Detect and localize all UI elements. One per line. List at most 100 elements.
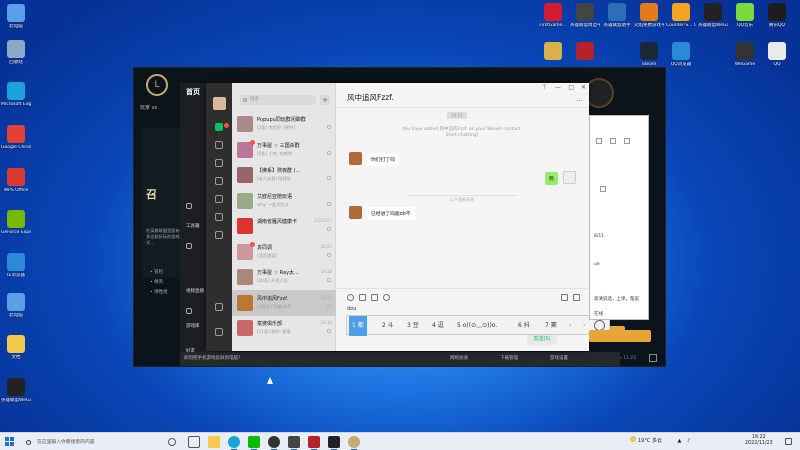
scissors-icon[interactable] <box>371 294 378 301</box>
ime-candidate[interactable]: 4 逗 <box>429 316 447 336</box>
chat-list-item[interactable]: 风中追风Fzzf. 已经进了吗能ob不 16:20 <box>232 289 336 316</box>
tip-text[interactable]: 如何把手机游戏投屏到电脑? <box>184 352 240 366</box>
checkbox-icon[interactable] <box>596 138 602 144</box>
ime-candidate[interactable]: 1 都 <box>349 316 367 336</box>
checkbox-icon[interactable] <box>610 138 616 144</box>
chat-list-item[interactable]: 【佛系】熬夜群 (... [有人@我] 陪我玩 <box>232 162 336 188</box>
video-icon[interactable] <box>186 243 192 249</box>
desktop-icon[interactable]: Google Chrome <box>1 125 31 150</box>
chat-list-item[interactable]: 湖南省雁风健康卡 21/10/27 <box>232 213 336 239</box>
weather-text[interactable]: 19°C 多云 <box>638 438 662 444</box>
desktop-icon[interactable]: 此电脑 <box>1 293 31 318</box>
edge-icon[interactable] <box>228 436 240 450</box>
checkbox-icon[interactable] <box>600 186 606 192</box>
favorites-icon[interactable] <box>215 159 223 167</box>
desktop-icon[interactable]: QQ <box>762 42 792 67</box>
desktop-icon[interactable]: 英雄联盟WeGame版 <box>1 378 31 403</box>
chat-history-icon[interactable] <box>383 294 390 301</box>
app-icon[interactable] <box>288 436 300 450</box>
desktop-icon[interactable]: 英雄联盟周边平台 <box>570 3 600 28</box>
desktop-icon[interactable]: QQ浏览器 <box>666 42 696 67</box>
chat-list-item[interactable]: 艾欧尼亚陪玩语 why: 一起大乱斗 <box>232 188 336 214</box>
taskbar-clock[interactable]: 16:22 2022/11/23 <box>745 435 773 447</box>
checkbox-icon[interactable] <box>624 138 630 144</box>
chat-icon[interactable] <box>215 123 223 131</box>
folder-icon[interactable] <box>359 294 366 301</box>
lol-mode-tab[interactable]: 玩家 vs <box>140 104 157 111</box>
status-text[interactable]: 网络加速 <box>450 352 468 366</box>
menu-icon[interactable] <box>215 328 223 336</box>
voice-call-icon[interactable] <box>561 294 568 301</box>
ime-candidate[interactable]: 6 抖 <box>515 316 533 336</box>
desktop-icon[interactable]: 文档 <box>1 335 31 360</box>
qq-side-label[interactable]: 视频直播 <box>186 288 204 294</box>
lol-icon[interactable] <box>328 436 340 450</box>
weather-icon[interactable] <box>630 436 636 442</box>
chat-list-item[interactable]: 万事屋 ☆ Ray太... [20条] 开发人员 16:18 <box>232 264 336 290</box>
avatar[interactable] <box>563 171 576 184</box>
emoji-icon[interactable] <box>347 294 354 301</box>
desktop-icon[interactable]: Microsoft Edge <box>1 82 31 107</box>
lol-option[interactable]: • 弹性组 <box>150 288 168 298</box>
moments-icon[interactable] <box>215 195 223 203</box>
desktop-icon[interactable]: IE浏览器 <box>1 253 31 278</box>
desktop-icon[interactable]: 英雄联盟WeGame版 <box>698 3 728 28</box>
wegame-icon[interactable] <box>348 436 360 450</box>
lol-accept-bar[interactable] <box>589 330 651 342</box>
desktop-icon[interactable]: Steam <box>634 42 664 67</box>
cortana-icon[interactable] <box>168 438 176 446</box>
avatar[interactable] <box>349 152 362 165</box>
add-button[interactable]: + <box>320 95 330 105</box>
notification-icon[interactable] <box>785 438 792 445</box>
avatar[interactable] <box>349 206 362 219</box>
desktop-icon[interactable] <box>538 42 568 62</box>
pin-icon[interactable]: ⊤ <box>542 84 547 91</box>
network-icon[interactable]: ▲ <box>678 438 682 444</box>
ime-candidate[interactable]: 5 o((⊙﹏⊙))o. <box>454 316 500 336</box>
lol-option[interactable]: • 精英 <box>150 278 168 288</box>
status-text[interactable]: 下载管理 <box>500 352 518 366</box>
qq-side-label[interactable]: 工具箱 <box>186 223 200 229</box>
desktop-icon[interactable] <box>570 42 600 62</box>
close-icon[interactable]: ✕ <box>581 84 586 91</box>
chat-list-item[interactable]: Pupupu同玩群闲聊群 [2条] 李世民: [图片] <box>232 111 336 137</box>
windows-start-icon[interactable] <box>5 437 15 447</box>
game-icon[interactable] <box>186 308 192 314</box>
file-explorer-icon[interactable] <box>208 436 220 448</box>
taskbar-search-input[interactable]: 在这里输入你要搜索的内容 <box>23 437 163 448</box>
desktop-icon[interactable]: 腾讯QQ <box>762 3 792 28</box>
ime-candidate[interactable]: 3 豆 <box>404 316 422 336</box>
qq-side-label[interactable]: 游戏库 <box>186 323 200 329</box>
desktop-icon[interactable]: GeForce Experience <box>1 210 31 235</box>
volume-icon[interactable]: ♪ <box>687 438 690 444</box>
minimize-icon[interactable]: — <box>555 84 561 91</box>
task-view-icon[interactable] <box>188 436 200 448</box>
maximize-icon[interactable]: □ <box>568 84 574 91</box>
channels-icon[interactable] <box>215 213 223 221</box>
desktop-icon[interactable]: FirstGame... <box>538 3 568 28</box>
desktop-icon[interactable]: 火焰免费游戏平台 <box>634 3 664 28</box>
desktop-icon[interactable]: 回收站 <box>1 40 31 65</box>
next-page-icon[interactable]: › <box>583 316 585 336</box>
tool-icon[interactable] <box>186 203 192 209</box>
desktop-icon[interactable]: 英雄联盟助手 <box>602 3 632 28</box>
desktop-icon[interactable]: WPS Office <box>1 168 31 193</box>
message-input[interactable]: dou <box>347 306 356 312</box>
more-icon[interactable]: ··· <box>576 97 583 105</box>
avatar[interactable] <box>213 97 226 110</box>
prev-page-icon[interactable]: ‹ <box>569 316 571 336</box>
phone-icon[interactable] <box>215 303 223 311</box>
status-text[interactable]: 游戏设置 <box>550 352 568 366</box>
chat-list-item[interactable]: 富婆俱乐部 [11条] 郭明: 表情 16:16 <box>232 315 336 341</box>
desktop-icon[interactable]: 此电脑 <box>1 4 31 29</box>
search-input[interactable]: 搜索 <box>240 95 316 105</box>
video-call-icon[interactable] <box>573 294 580 301</box>
desktop-icon[interactable]: QQ音乐 <box>730 3 760 28</box>
chat-list-item[interactable]: 袁同调 [语音通话] 16:22 <box>232 239 336 265</box>
search-icon[interactable] <box>215 231 223 239</box>
wechat-icon[interactable] <box>248 436 260 450</box>
contacts-icon[interactable] <box>215 141 223 149</box>
desktop-icon[interactable]: WeGame <box>730 42 760 67</box>
chat-list-item[interactable]: 万事屋 ☆ 三国杀群 [5条] 小杰: 哈哈哈 <box>232 137 336 163</box>
steam-icon[interactable] <box>268 436 280 450</box>
